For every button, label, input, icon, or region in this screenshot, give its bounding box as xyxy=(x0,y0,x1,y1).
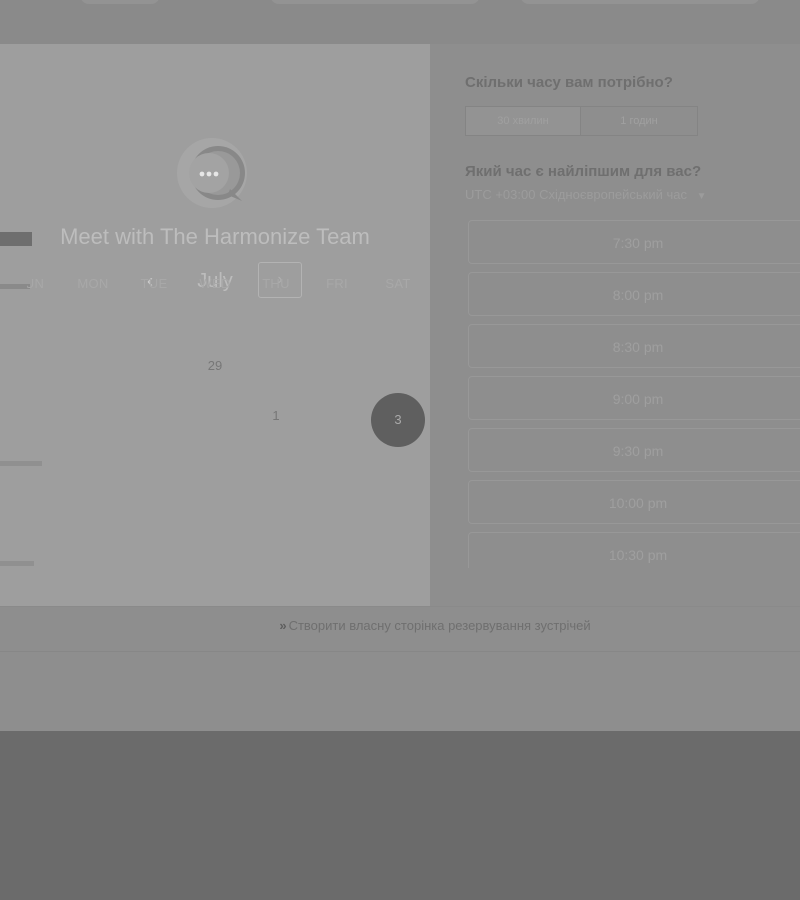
timezone-dropdown[interactable]: UTC +03:00 Східноєвропейський час ▼ xyxy=(465,187,707,202)
redaction-bar xyxy=(0,461,42,466)
time-slot-list[interactable]: 7:30 pm 8:00 pm 8:30 pm 9:00 pm 9:30 pm … xyxy=(468,216,800,568)
redaction-bar xyxy=(0,561,34,566)
top-bar xyxy=(0,0,800,44)
weekday-fri: FRI xyxy=(326,276,348,291)
time-slot-button[interactable]: 8:00 pm xyxy=(468,272,800,316)
duration-selector: 30 хвилин 1 годин xyxy=(465,106,698,136)
calendar-panel: Meet with The Harmonize Team ‹ July › xyxy=(0,44,430,606)
time-slot-button[interactable]: 9:00 pm xyxy=(468,376,800,420)
scheduler-panel: Скільки часу вам потрібно? 30 хвилин 1 г… xyxy=(430,44,800,606)
time-question: Який час є найліпшим для вас? xyxy=(465,163,702,180)
footer-divider xyxy=(0,651,800,652)
booking-page: Meet with The Harmonize Team ‹ July › SU… xyxy=(0,0,800,731)
time-slot-button[interactable]: 10:30 pm xyxy=(468,532,800,568)
timezone-label: UTC +03:00 Східноєвропейський час xyxy=(465,187,687,202)
top-bar-ghost-text xyxy=(520,0,760,4)
top-bar-ghost-text xyxy=(80,0,160,4)
create-booking-page-link[interactable]: » Створити власну сторінка резервування з… xyxy=(0,618,800,633)
weekday-thu: THU xyxy=(262,276,290,291)
duration-60-button[interactable]: 1 годин xyxy=(581,107,697,135)
chat-bubble-logo-icon xyxy=(177,138,247,208)
time-slot-button[interactable]: 8:30 pm xyxy=(468,324,800,368)
create-booking-page-link-text: Створити власну сторінка резервування зу… xyxy=(288,618,591,633)
time-slot-button[interactable]: 9:30 pm xyxy=(468,428,800,472)
host-title: Meet with The Harmonize Team xyxy=(60,224,370,249)
weekday-mon: MON xyxy=(77,276,109,291)
time-slot-button[interactable]: 10:00 pm xyxy=(468,480,800,524)
footer-divider xyxy=(0,606,800,607)
time-slot-button[interactable]: 7:30 pm xyxy=(468,220,800,264)
bolt-icon: » xyxy=(279,618,287,633)
weekday-header: SUN MON TUE WED THU FRI SAT xyxy=(0,276,430,296)
weekday-wed: WED xyxy=(199,276,231,291)
weekday-sun: SUN xyxy=(15,276,45,291)
calendar-day-selected[interactable]: 3 xyxy=(371,393,425,447)
duration-question: Скільки часу вам потрібно? xyxy=(465,74,673,91)
calendar-day[interactable]: 1 xyxy=(256,405,296,427)
weekday-sat: SAT xyxy=(385,276,411,291)
caret-down-icon: ▼ xyxy=(696,191,707,202)
top-bar-ghost-text xyxy=(270,0,480,4)
calendar-day[interactable]: 29 xyxy=(195,355,235,377)
duration-30-button[interactable]: 30 хвилин xyxy=(466,107,581,135)
weekday-tue: TUE xyxy=(140,276,168,291)
